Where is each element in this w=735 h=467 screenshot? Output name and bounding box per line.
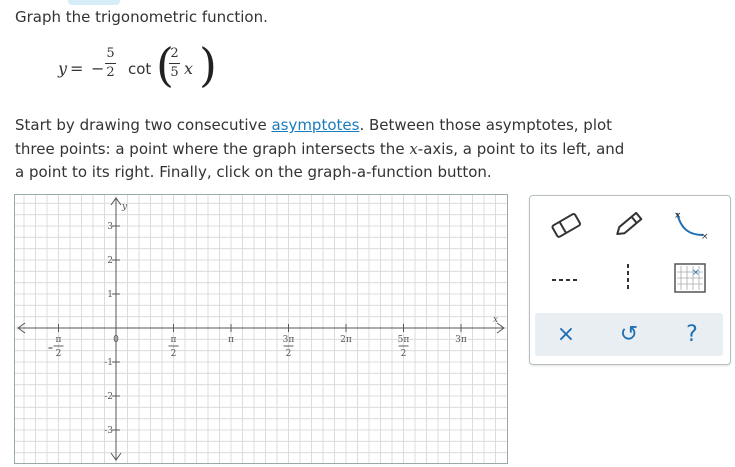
instructions: Start by drawing two consecutive asympto… [15, 114, 635, 185]
x-tick-denominator: 2 [401, 349, 407, 359]
top-accent-tab [68, 0, 120, 5]
argument-denominator: 5 [170, 65, 179, 80]
eraser-tool[interactable] [546, 207, 586, 243]
eraser-icon [551, 213, 582, 238]
y-tick-label: 3 [107, 222, 113, 232]
x-tick-denominator: 2 [286, 349, 292, 359]
action-bar: × ↺ ? [535, 313, 723, 356]
fraction-bar [105, 63, 116, 64]
dashed-line-icon [552, 279, 580, 281]
coefficient-numerator: 5 [106, 46, 115, 61]
curve-tool-icon: × × [674, 211, 709, 241]
y-axis-label: y [121, 202, 128, 212]
svg-text:×: × [674, 211, 682, 221]
curve-tool[interactable]: × × [670, 207, 710, 243]
asymptotes-link[interactable]: asymptotes [271, 116, 359, 134]
x-tick-denominator: 2 [171, 349, 177, 359]
graph-function-tool[interactable]: × [670, 260, 710, 296]
graph-toolbar: × × × × ↺ ? [529, 195, 731, 365]
x-tick-label: 3π [455, 335, 467, 345]
fraction-bar [169, 63, 180, 64]
x-tick-label: 2π [340, 335, 352, 345]
pencil-icon [616, 211, 643, 235]
coefficient-fraction: 5 2 [105, 46, 116, 81]
problem-prompt: Graph the trigonometric function. [15, 8, 268, 26]
y-tick-label: 2 [107, 256, 113, 266]
x-tick-label: 0 [113, 335, 119, 345]
y-tick-label: 1 [107, 290, 113, 300]
equation: y = − 5 2 cot ( 2 5 x ) [58, 38, 218, 96]
x-tick-label: π [228, 335, 234, 345]
pencil-tool[interactable] [608, 207, 648, 243]
x-axis-label: x [493, 315, 498, 325]
x-tick-denominator: 2 [56, 349, 62, 359]
vertical-dashed-line-tool[interactable] [608, 260, 648, 296]
instructions-variable: x [409, 139, 418, 158]
clear-button[interactable]: × [535, 313, 597, 356]
equation-equals: = [70, 59, 84, 78]
x-tick-label: 3π [283, 335, 295, 345]
x-tick-label: π [171, 335, 177, 345]
svg-text:×: × [701, 232, 709, 241]
function-name: cot [128, 60, 152, 78]
svg-text:×: × [692, 268, 700, 278]
argument-numerator: 2 [170, 46, 179, 61]
equation-minus: − [91, 59, 105, 78]
y-tick-label: -2 [104, 392, 113, 402]
graph-canvas[interactable]: x y π 2 0 π 2 π 3π 2 2π 5π 2 3π 3 2 1 -1 -2 -3 [14, 194, 508, 464]
undo-button[interactable]: ↺ [598, 313, 660, 356]
help-button[interactable]: ? [661, 313, 723, 356]
instructions-part1: Start by drawing two consecutive [15, 116, 272, 134]
x-tick-label: π [56, 335, 62, 345]
vertical-dashed-line-icon [627, 264, 629, 292]
coefficient-denominator: 2 [106, 65, 115, 80]
y-tick-label: -1 [104, 358, 113, 368]
graph-grid[interactable]: xyπ20 π2π 3π22π 5π23π321-1-2-3 [15, 195, 507, 463]
x-tick-label: 5π [398, 335, 410, 345]
right-paren: ) [199, 38, 217, 92]
argument-fraction: 2 5 [169, 46, 180, 81]
dashed-line-tool[interactable] [546, 260, 586, 296]
y-tick-label: -3 [104, 426, 113, 436]
equation-lhs: y [58, 59, 68, 78]
graph-function-icon: × [674, 263, 706, 293]
argument-variable: x [184, 59, 194, 78]
